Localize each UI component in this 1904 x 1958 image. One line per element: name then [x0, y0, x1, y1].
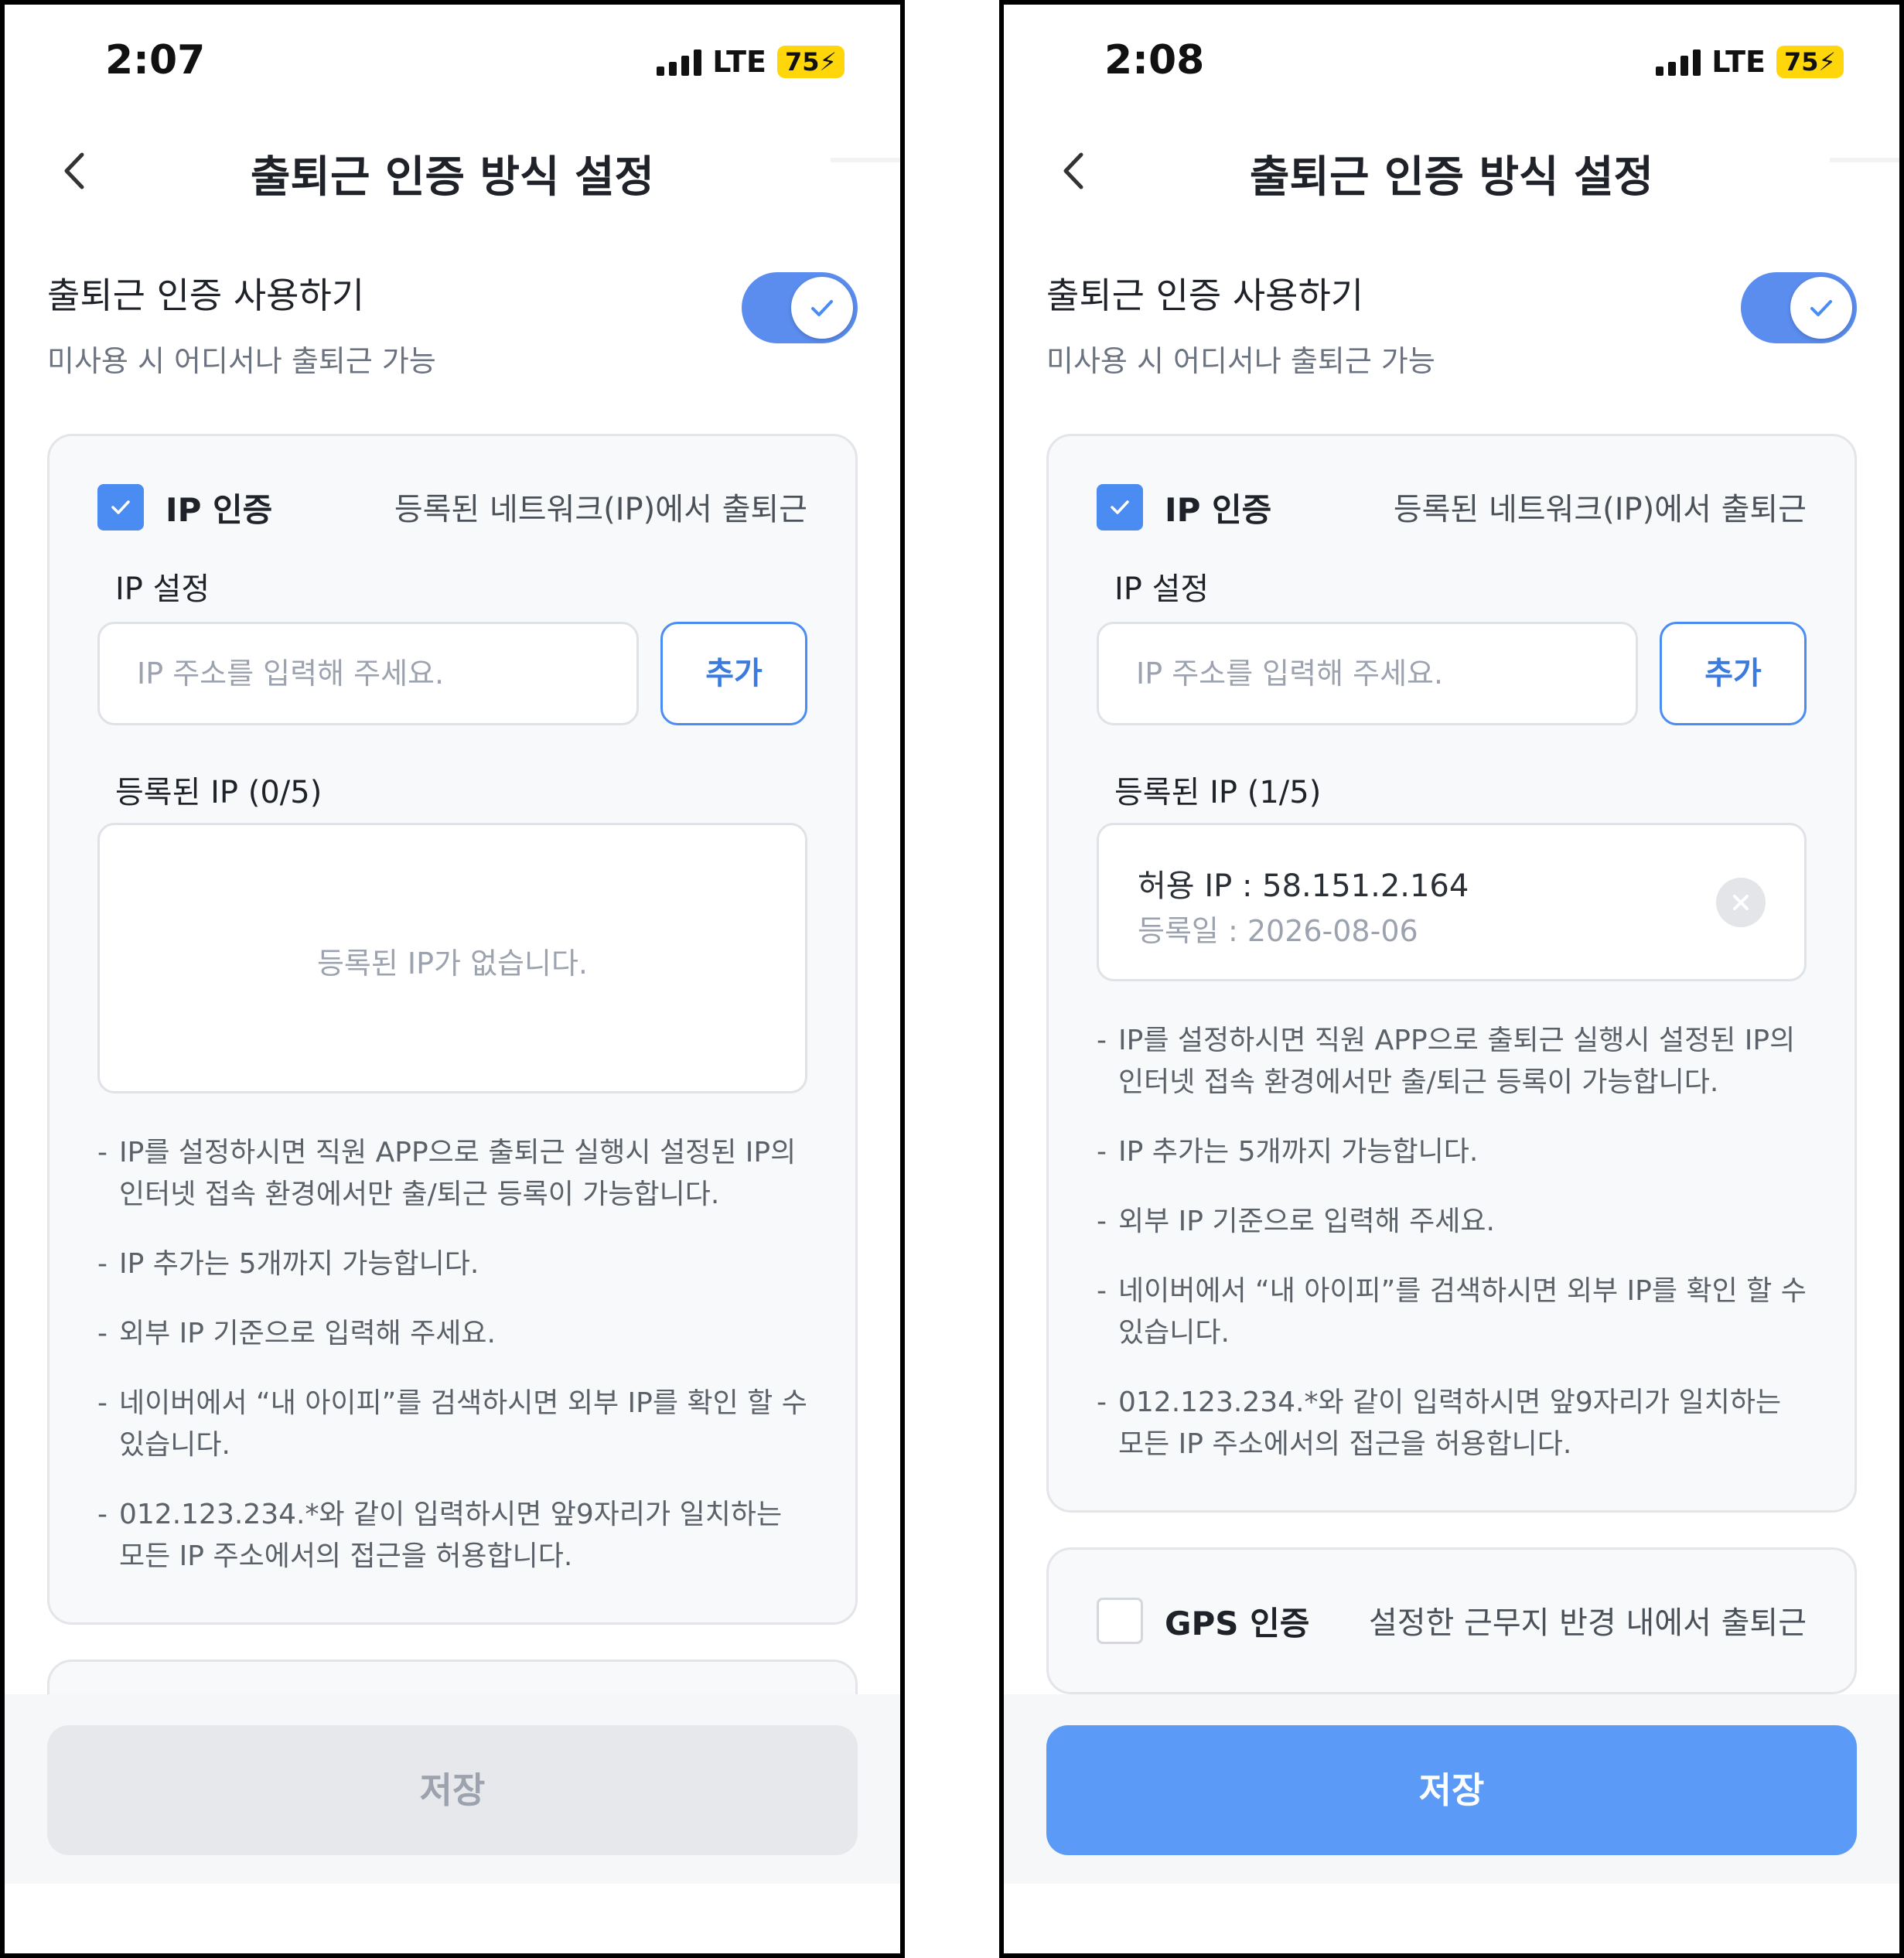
network-type: LTE — [712, 45, 766, 79]
ip-notes: IP를 설정하시면 직원 APP으로 출퇴근 실행시 설정된 IP의 인터넷 접… — [1097, 1020, 1807, 1493]
note-item: IP를 설정하시면 직원 APP으로 출퇴근 실행시 설정된 IP의 인터넷 접… — [97, 1132, 807, 1216]
battery-indicator: 75⚡ — [777, 46, 845, 78]
nav-bar: 출퇴근 인증 방식 설정 — [1004, 128, 1899, 213]
allowed-ip: 허용 IP : 58.151.2.164 — [1138, 868, 1469, 904]
close-icon — [1733, 895, 1749, 910]
registered-ip-label: 등록된 IP (0/5) — [115, 775, 322, 810]
ip-auth-description: 등록된 네트워크(IP)에서 출퇴근 — [1393, 492, 1807, 527]
signal-icon — [657, 48, 702, 76]
battery-level: 75 — [1784, 47, 1819, 77]
signal-icon — [1656, 48, 1701, 76]
ip-auth-card: IP 인증 등록된 네트워크(IP)에서 출퇴근 IP 설정 IP 주소를 입력… — [1046, 434, 1857, 1513]
add-ip-button[interactable]: 추가 — [1660, 622, 1807, 725]
gps-auth-description: 설정한 근무지 반경 내에서 출퇴근 — [1368, 1605, 1807, 1641]
note-item: IP 추가는 5개까지 가능합니다. — [97, 1243, 807, 1285]
auth-toggle-row: 출퇴근 인증 사용하기 미사용 시 어디서나 출퇴근 가능 — [47, 268, 858, 391]
registered-ip-list: 등록된 IP가 없습니다. — [97, 823, 807, 1093]
ip-auth-card: IP 인증 등록된 네트워크(IP)에서 출퇴근 IP 설정 IP 주소를 입력… — [47, 434, 858, 1625]
status-bar-right: LTE 75⚡ — [657, 45, 845, 79]
gps-auth-card: GPS 인증 설정한 근무지 반경 내에서 출퇴근 — [1046, 1547, 1857, 1694]
toggle-subtitle: 미사용 시 어디서나 출퇴근 가능 — [47, 344, 436, 378]
note-item: IP를 설정하시면 직원 APP으로 출퇴근 실행시 설정된 IP의 인터넷 접… — [1097, 1020, 1807, 1104]
page-title: 출퇴근 인증 방식 설정 — [1249, 152, 1654, 203]
page-title: 출퇴근 인증 방식 설정 — [250, 152, 655, 203]
ip-setting-label: IP 설정 — [115, 571, 210, 607]
gps-auth-label: GPS 인증 — [1165, 1605, 1310, 1642]
registered-ip-item: 허용 IP : 58.151.2.164 등록일 : 2026-08-06 — [1097, 823, 1807, 981]
note-item: IP 추가는 5개까지 가능합니다. — [1097, 1131, 1807, 1173]
auth-toggle-row: 출퇴근 인증 사용하기 미사용 시 어디서나 출퇴근 가능 — [1046, 268, 1857, 391]
ip-auth-label: IP 인증 — [165, 491, 273, 529]
toggle-subtitle: 미사용 시 어디서나 출퇴근 가능 — [1046, 344, 1435, 378]
ip-auth-checkbox[interactable] — [97, 484, 144, 530]
toggle-title: 출퇴근 인증 사용하기 — [1046, 275, 1364, 316]
check-icon — [1810, 300, 1832, 316]
auth-toggle-switch[interactable] — [742, 272, 858, 343]
note-item: 외부 IP 기준으로 입력해 주세요. — [1097, 1201, 1807, 1243]
gps-auth-checkbox[interactable] — [1097, 1598, 1143, 1644]
save-button[interactable]: 저장 — [1046, 1725, 1857, 1855]
check-icon — [811, 300, 833, 316]
ip-notes: IP를 설정하시면 직원 APP으로 출퇴근 실행시 설정된 IP의 인터넷 접… — [97, 1132, 807, 1605]
phone-screen-left: 2:07 LTE 75⚡ 출퇴근 인증 방식 설정 출퇴근 인증 사용하기 미사… — [0, 0, 905, 1958]
switch-knob — [1790, 277, 1852, 339]
phone-screen-right: 2:08 LTE 75⚡ 출퇴근 인증 방식 설정 출퇴근 인증 사용하기 미사… — [999, 0, 1904, 1958]
battery-level: 75 — [785, 47, 820, 77]
bottom-bar: 저장 — [1004, 1694, 1899, 1884]
network-type: LTE — [1711, 45, 1766, 79]
save-button[interactable]: 저장 — [47, 1725, 858, 1855]
charging-icon: ⚡ — [819, 47, 837, 77]
ip-auth-label: IP 인증 — [1165, 491, 1272, 529]
note-item: 외부 IP 기준으로 입력해 주세요. — [97, 1313, 807, 1355]
status-bar-right: LTE 75⚡ — [1656, 45, 1844, 79]
nav-bar: 출퇴근 인증 방식 설정 — [5, 128, 900, 213]
ip-address-input[interactable]: IP 주소를 입력해 주세요. — [1097, 622, 1638, 725]
status-time: 2:08 — [1104, 37, 1205, 84]
switch-knob — [791, 277, 853, 339]
ip-setting-label: IP 설정 — [1114, 571, 1210, 607]
registered-ip-label: 등록된 IP (1/5) — [1114, 775, 1322, 810]
note-item: 네이버에서 “내 아이피”를 검색하시면 외부 IP를 확인 할 수 있습니다. — [1097, 1271, 1807, 1354]
charging-icon: ⚡ — [1818, 47, 1836, 77]
bottom-bar: 저장 — [5, 1694, 900, 1884]
ip-auth-checkbox[interactable] — [1097, 484, 1143, 530]
empty-list-text: 등록된 IP가 없습니다. — [316, 947, 589, 981]
note-item: 네이버에서 “내 아이피”를 검색하시면 외부 IP를 확인 할 수 있습니다. — [97, 1383, 807, 1466]
auth-toggle-switch[interactable] — [1741, 272, 1857, 343]
add-ip-button[interactable]: 추가 — [660, 622, 807, 725]
divider — [1830, 158, 1899, 162]
note-item: 012.123.234.*와 같이 입력하시면 앞9자리가 일치하는 모든 IP… — [1097, 1382, 1807, 1465]
divider — [831, 158, 900, 162]
note-item: 012.123.234.*와 같이 입력하시면 앞9자리가 일치하는 모든 IP… — [97, 1494, 807, 1578]
status-time: 2:07 — [105, 37, 206, 84]
check-icon — [1111, 500, 1129, 514]
registered-date: 등록일 : 2026-08-06 — [1138, 914, 1418, 948]
battery-indicator: 75⚡ — [1776, 46, 1844, 78]
ip-address-input[interactable]: IP 주소를 입력해 주세요. — [97, 622, 639, 725]
ip-auth-description: 등록된 네트워크(IP)에서 출퇴근 — [394, 492, 807, 527]
check-icon — [111, 500, 130, 514]
toggle-title: 출퇴근 인증 사용하기 — [47, 275, 365, 316]
delete-ip-icon[interactable] — [1716, 878, 1766, 927]
